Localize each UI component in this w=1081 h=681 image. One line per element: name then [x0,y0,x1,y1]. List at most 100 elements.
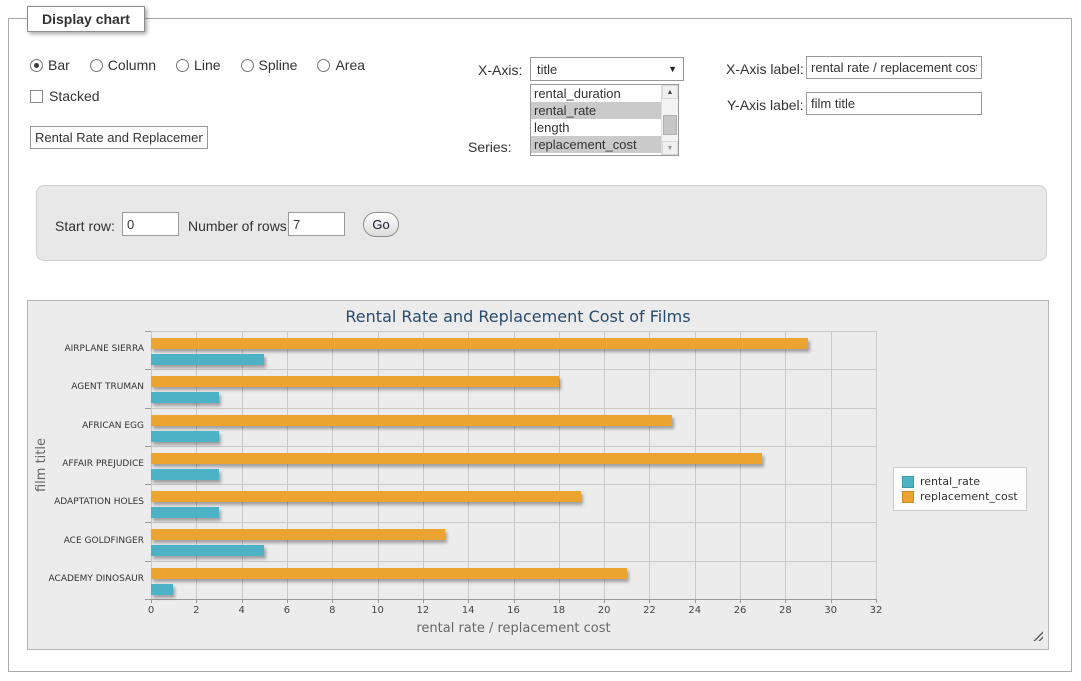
category-label: AIRPLANE SIERRA [29,344,144,354]
x-axis-selected-value: title [537,62,557,77]
legend-label: rental_rate [920,475,980,488]
bar-replacement_cost-african-egg[interactable] [151,415,672,426]
x-tick-label: 22 [629,605,669,616]
x-axis-label-label: X-Axis label: [726,61,804,77]
bar-replacement_cost-academy-dinosaur[interactable] [151,568,627,579]
v-gridline [604,331,605,599]
chart-type-column[interactable]: Column [90,57,156,73]
x-tick-label: 2 [176,605,216,616]
resize-grip-icon[interactable] [1032,630,1043,641]
x-tick-label: 0 [131,605,171,616]
chart-title: Rental Rate and Replacement Cost of Film… [28,307,1008,326]
chart-type-area[interactable]: Area [317,57,365,73]
radio-label: Spline [259,57,298,73]
x-tick-label: 18 [539,605,579,616]
v-gridline [378,331,379,599]
v-gridline [740,331,741,599]
bar-replacement_cost-airplane-sierra[interactable] [151,338,808,349]
v-gridline [423,331,424,599]
v-gridline [242,331,243,599]
x-tick-label: 8 [312,605,352,616]
bar-rental_rate-academy-dinosaur[interactable] [151,584,173,595]
series-scrollbar[interactable]: ▲ ▼ [661,85,678,155]
chart-type-line[interactable]: Line [176,57,220,73]
x-axis-line [151,599,876,600]
radio-label: Column [108,57,156,73]
x-tick-label: 10 [358,605,398,616]
x-axis-select-label: X-Axis: [478,62,522,78]
x-tick-label: 28 [765,605,805,616]
x-tick-label: 14 [448,605,488,616]
x-tick-label: 32 [856,605,896,616]
bar-rental_rate-african-egg[interactable] [151,431,219,442]
series-option-length[interactable]: length [531,119,661,136]
go-button[interactable]: Go [363,212,399,237]
y-axis-label-label: Y-Axis label: [727,97,804,113]
v-gridline [785,331,786,599]
stacked-label: Stacked [49,88,100,104]
y-axis-label-input[interactable] [806,92,982,115]
start-row-input[interactable] [122,212,179,236]
chart-title-input[interactable] [30,126,208,149]
v-gridline [514,331,515,599]
x-axis-select[interactable]: title ▼ [530,57,684,81]
radio-icon[interactable] [30,59,43,72]
stacked-checkbox[interactable] [30,90,43,103]
category-label: ADAPTATION HOLES [29,497,144,507]
x-tick-label: 30 [811,605,851,616]
bar-rental_rate-adaptation-holes[interactable] [151,507,219,518]
legend-swatch-icon [902,491,914,503]
radio-label: Line [194,57,220,73]
x-tick-label: 16 [494,605,534,616]
series-option-rental_duration[interactable]: rental_duration [531,85,661,102]
radio-icon[interactable] [241,59,254,72]
v-gridline [876,331,877,599]
v-gridline [196,331,197,599]
chart-x-axis-title: rental rate / replacement cost [151,621,876,636]
start-row-label: Start row: [55,218,115,234]
scroll-up-icon[interactable]: ▲ [662,85,678,99]
legend-label: replacement_cost [920,490,1018,503]
v-gridline [559,331,560,599]
chart-legend: rental_rate replacement_cost [893,467,1027,511]
radio-label: Area [335,57,365,73]
legend-item-replacement_cost[interactable]: replacement_cost [902,490,1018,503]
series-options: rental_durationrental_ratelengthreplacem… [531,85,661,155]
bar-replacement_cost-affair-prejudice[interactable] [151,453,762,464]
radio-icon[interactable] [90,59,103,72]
x-tick-label: 20 [584,605,624,616]
category-label: ACE GOLDFINGER [29,536,144,546]
radio-icon[interactable] [176,59,189,72]
bar-replacement_cost-agent-truman[interactable] [151,376,559,387]
x-axis-label-input[interactable] [806,56,982,79]
series-option-replacement_cost[interactable]: replacement_cost [531,136,661,153]
x-tick-label: 24 [675,605,715,616]
chart-type-group: Bar Column Line Spline Area [30,57,385,73]
num-rows-input[interactable] [288,212,345,236]
scroll-down-icon[interactable]: ▼ [662,141,678,155]
v-gridline [831,331,832,599]
bar-replacement_cost-ace-goldfinger[interactable] [151,529,445,540]
scrollbar-thumb[interactable] [663,115,677,135]
x-tick-label: 4 [222,605,262,616]
v-gridline [151,331,152,599]
category-label: AFFAIR PREJUDICE [29,459,144,469]
radio-label: Bar [48,57,70,73]
radio-icon[interactable] [317,59,330,72]
bar-rental_rate-affair-prejudice[interactable] [151,469,219,480]
legend-swatch-icon [902,476,914,488]
bar-rental_rate-ace-goldfinger[interactable] [151,545,264,556]
series-option-rental_rate[interactable]: rental_rate [531,102,661,119]
bar-rental_rate-agent-truman[interactable] [151,392,219,403]
legend-item-rental_rate[interactable]: rental_rate [902,475,1018,488]
num-rows-label: Number of rows: [188,218,291,234]
x-tick-label: 6 [267,605,307,616]
chart-type-spline[interactable]: Spline [241,57,298,73]
bar-rental_rate-airplane-sierra[interactable] [151,354,264,365]
stacked-option[interactable]: Stacked [30,88,100,104]
series-listbox[interactable]: rental_durationrental_ratelengthreplacem… [530,84,679,156]
category-label: AFRICAN EGG [29,421,144,431]
chart-type-bar[interactable]: Bar [30,57,70,73]
bar-replacement_cost-adaptation-holes[interactable] [151,491,581,502]
fieldset-legend: Display chart [27,6,145,32]
